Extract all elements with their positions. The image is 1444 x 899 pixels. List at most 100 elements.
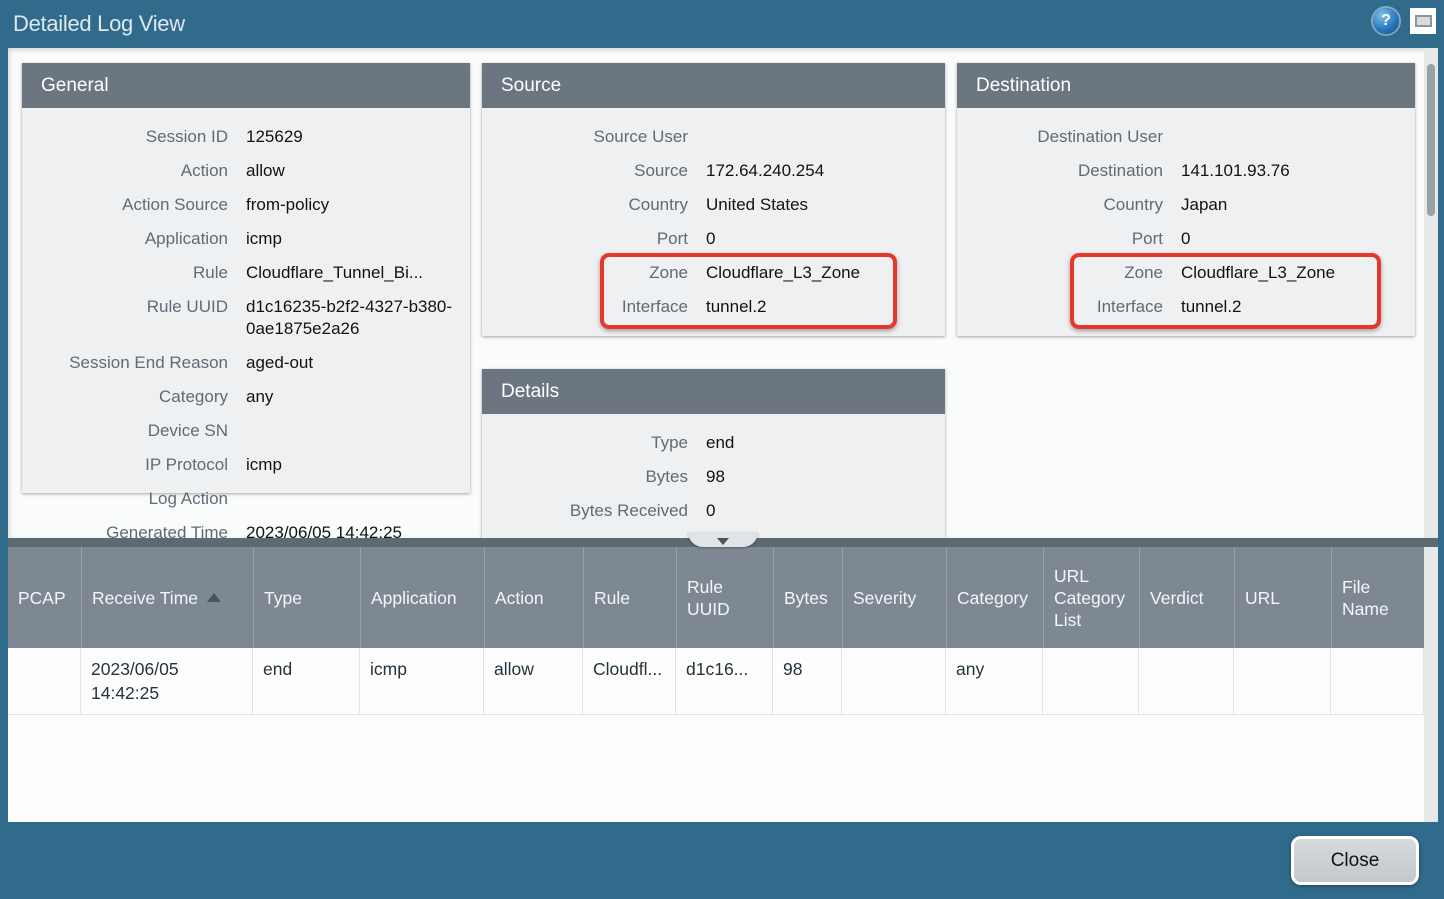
- panel-destination: Destination Destination User Destination…: [957, 63, 1415, 336]
- splitter-bar: [8, 538, 1438, 547]
- field-row-generated-time: Generated Time2023/06/05 14:42:25: [22, 516, 470, 538]
- panel-source: Source Source User Source172.64.240.254 …: [482, 63, 945, 336]
- field-label: Port: [957, 228, 1181, 250]
- field-value: any: [246, 386, 470, 408]
- field-label: IP Protocol: [22, 454, 246, 476]
- field-label: Generated Time: [22, 522, 246, 538]
- field-label: Log Action: [22, 488, 246, 510]
- field-value: Cloudflare_L3_Zone: [706, 262, 945, 284]
- field-label: Bytes: [482, 466, 706, 488]
- field-row-category: Categoryany: [22, 380, 470, 414]
- cell-receive-time: 2023/06/05 14:42:25: [81, 648, 253, 714]
- column-header-rule[interactable]: Rule: [583, 547, 676, 648]
- field-value: 98: [706, 466, 945, 488]
- column-header-severity[interactable]: Severity: [842, 547, 946, 648]
- field-value: 125629: [246, 126, 470, 148]
- cell-type: end: [253, 648, 360, 714]
- field-value: tunnel.2: [1181, 296, 1415, 318]
- cell-pcap: [8, 648, 81, 714]
- field-label: Action: [22, 160, 246, 182]
- column-header-application[interactable]: Application: [360, 547, 484, 648]
- cell-verdict: [1139, 648, 1234, 714]
- column-header-rule-uuid[interactable]: Rule UUID: [676, 547, 773, 648]
- field-row-device-sn: Device SN: [22, 414, 470, 448]
- column-header-action[interactable]: Action: [484, 547, 583, 648]
- field-label: Action Source: [22, 194, 246, 216]
- panel-destination-body: Destination User Destination141.101.93.7…: [957, 108, 1415, 336]
- field-value: icmp: [246, 228, 470, 250]
- field-value: 2023/06/05 14:42:25: [246, 522, 470, 538]
- field-label: Session ID: [22, 126, 246, 148]
- page-title: Detailed Log View: [13, 11, 185, 37]
- field-label: Destination: [957, 160, 1181, 182]
- field-value: Cloudflare_L3_Zone: [1181, 262, 1415, 284]
- close-button[interactable]: Close: [1291, 836, 1419, 885]
- field-value: aged-out: [246, 352, 470, 374]
- field-value: d1c16235-b2f2-4327-b380-0ae1875e2a26: [246, 296, 470, 340]
- field-label: Country: [482, 194, 706, 216]
- field-row-rule-uuid: Rule UUIDd1c16235-b2f2-4327-b380-0ae1875…: [22, 290, 470, 346]
- field-row-type: Typeend: [482, 426, 945, 460]
- field-label: Device SN: [22, 420, 246, 442]
- field-value: 0: [706, 500, 945, 522]
- panel-source-title: Source: [482, 63, 945, 108]
- panel-general: General Session ID125629 Actionallow Act…: [22, 63, 470, 493]
- column-header-verdict[interactable]: Verdict: [1139, 547, 1234, 648]
- log-table: PCAP Receive Time Type Application Actio…: [8, 547, 1438, 822]
- field-label: Application: [22, 228, 246, 250]
- field-value: end: [706, 432, 945, 454]
- field-label: Interface: [482, 296, 706, 318]
- cell-application: icmp: [360, 648, 484, 714]
- cell-rule: Cloudfl...: [583, 648, 676, 714]
- panels-scrollbar[interactable]: [1424, 48, 1438, 538]
- field-value: Japan: [1181, 194, 1415, 216]
- column-header-type[interactable]: Type: [253, 547, 360, 648]
- panel-destination-title: Destination: [957, 63, 1415, 108]
- panels-scrollbar-thumb[interactable]: [1427, 64, 1435, 216]
- field-row-action: Actionallow: [22, 154, 470, 188]
- window-glyph: [1415, 15, 1432, 27]
- field-value: from-policy: [246, 194, 470, 216]
- field-row-zone: ZoneCloudflare_L3_Zone: [957, 256, 1415, 290]
- cell-rule-uuid: d1c16...: [676, 648, 773, 714]
- log-table-row[interactable]: 2023/06/05 14:42:25 end icmp allow Cloud…: [8, 648, 1424, 715]
- field-row-session-id: Session ID125629: [22, 120, 470, 154]
- column-header-bytes[interactable]: Bytes: [773, 547, 842, 648]
- field-row-country: CountryJapan: [957, 188, 1415, 222]
- panel-general-title: General: [22, 63, 470, 108]
- field-label: Rule UUID: [22, 296, 246, 340]
- cell-url-category-list: [1043, 648, 1139, 714]
- column-header-receive-time[interactable]: Receive Time: [81, 547, 253, 648]
- splitter-handle[interactable]: [688, 532, 758, 547]
- help-glyph: ?: [1381, 12, 1391, 30]
- window-control-icon[interactable]: [1410, 8, 1436, 34]
- panel-details-title: Details: [482, 369, 945, 414]
- field-row-interface: Interfacetunnel.2: [482, 290, 945, 324]
- field-row-application: Applicationicmp: [22, 222, 470, 256]
- field-row-zone: ZoneCloudflare_L3_Zone: [482, 256, 945, 290]
- field-label: Source User: [482, 126, 706, 148]
- column-header-file-name[interactable]: File Name: [1331, 547, 1424, 648]
- field-row-rule: RuleCloudflare_Tunnel_Bi...: [22, 256, 470, 290]
- panel-source-body: Source User Source172.64.240.254 Country…: [482, 108, 945, 336]
- field-label: Zone: [482, 262, 706, 284]
- field-row-port: Port0: [482, 222, 945, 256]
- field-value: [246, 488, 470, 510]
- column-header-category[interactable]: Category: [946, 547, 1043, 648]
- log-detail-area: General Session ID125629 Actionallow Act…: [8, 48, 1438, 538]
- cell-file-name: [1331, 648, 1424, 714]
- column-header-pcap[interactable]: PCAP: [8, 547, 81, 648]
- chevron-down-icon: [717, 538, 729, 545]
- field-value: [706, 126, 945, 148]
- table-scrollbar[interactable]: [1424, 547, 1438, 822]
- field-value: [246, 420, 470, 442]
- column-header-url[interactable]: URL: [1234, 547, 1331, 648]
- cell-bytes: 98: [773, 648, 842, 714]
- column-header-url-category-list[interactable]: URL Category List: [1043, 547, 1139, 648]
- help-icon[interactable]: ?: [1373, 8, 1399, 34]
- cell-url: [1234, 648, 1331, 714]
- log-table-header: PCAP Receive Time Type Application Actio…: [8, 547, 1424, 648]
- cell-action: allow: [484, 648, 583, 714]
- panel-details: Details Typeend Bytes98 Bytes Received0: [482, 369, 945, 538]
- field-value: Cloudflare_Tunnel_Bi...: [246, 262, 470, 284]
